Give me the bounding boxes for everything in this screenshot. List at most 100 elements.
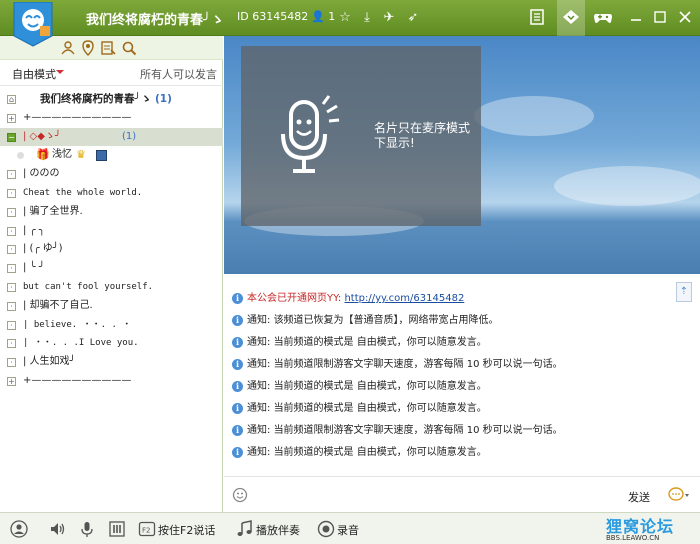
message-input-bar[interactable]: 发送	[224, 476, 700, 512]
expand-icon[interactable]: ·	[7, 358, 16, 368]
plane-icon[interactable]: ➶	[404, 8, 422, 26]
bottom-toolbar: F2 按住F2说话 播放伴奏 录音 狸窝论坛 BBS.LEAWO.CN	[0, 512, 700, 544]
channel-banner: 名片只在麦序模式 下显示!	[224, 36, 700, 274]
crown-icon: ♛	[76, 148, 86, 162]
user-settings-icon[interactable]	[10, 520, 28, 538]
push-to-talk-button[interactable]: 按住F2说话	[158, 522, 215, 538]
microphone-icon	[281, 95, 340, 173]
channel-id: ID 63145482	[237, 10, 309, 23]
channel-name: 我们终将腐朽的青春╯ゝ	[40, 93, 152, 105]
guild-web-link[interactable]: http://yy.com/63145482	[344, 293, 464, 304]
speaker-icon[interactable]	[48, 520, 66, 538]
expand-icon[interactable]: +	[7, 113, 16, 123]
tree-row[interactable]: · | 人生如戏╯	[0, 353, 223, 372]
tree-row[interactable]: · Cheat the whole world.	[0, 184, 223, 203]
user-row[interactable]: 🎁 浅忆 ♛	[0, 146, 223, 165]
chat-message: i 本公会已开通网页YY: http://yy.com/63145482	[232, 289, 464, 307]
tree-row-selected[interactable]: − | ◇◆ゝ╯ (1)	[0, 127, 223, 147]
tree-row-label: | ╭ ╮	[23, 224, 45, 236]
user-count-value: 1	[328, 10, 336, 23]
tree-row[interactable]: + +——————————	[0, 109, 223, 128]
chat-options-icon[interactable]	[668, 486, 690, 504]
message-prefix: 通知:	[247, 447, 271, 458]
tree-row-label: but can't fool yourself.	[23, 281, 154, 292]
members-icon[interactable]	[60, 40, 76, 56]
maximize-icon[interactable]	[650, 8, 670, 26]
microphone-small-icon[interactable]	[78, 520, 96, 538]
expand-icon[interactable]: ·	[7, 320, 16, 330]
tree-row-label: | 却骗不了自己.	[23, 299, 93, 311]
tree-row[interactable]: · but can't fool yourself.	[0, 278, 223, 297]
collapse-icon[interactable]: −	[7, 132, 16, 142]
channel-home-icon: ⌂	[7, 95, 16, 104]
info-icon: i	[232, 424, 243, 436]
tree-row-label: Cheat the whole world.	[23, 187, 143, 198]
tree-row[interactable]: · | ╭ ╮	[0, 222, 223, 241]
play-accompaniment-button[interactable]: 播放伴奏	[256, 522, 300, 538]
tree-row[interactable]: · | ・・. . .I Love you.	[0, 334, 223, 353]
download-icon[interactable]: ⤓	[358, 8, 376, 26]
tree-row[interactable]: · | ののの	[0, 165, 223, 184]
business-card-placeholder: 名片只在麦序模式 下显示!	[241, 46, 481, 226]
expand-icon[interactable]: ·	[7, 301, 16, 311]
star-icon[interactable]: ☆	[336, 8, 354, 26]
location-icon[interactable]	[80, 40, 96, 56]
f2-key-icon[interactable]: F2	[138, 520, 156, 538]
svg-text:F2: F2	[142, 527, 150, 535]
chat-log: i 本公会已开通网页YY: http://yy.com/63145482 i 通知:…	[224, 274, 700, 476]
tree-row[interactable]: · | believe. ・・. . ・	[0, 316, 223, 335]
message-prefix: 通知:	[247, 315, 271, 326]
expand-icon[interactable]: ·	[7, 264, 16, 274]
channel-home-icon[interactable]	[561, 8, 581, 26]
expand-icon[interactable]: ·	[7, 188, 16, 198]
cloud	[554, 166, 700, 206]
music-note-icon[interactable]	[236, 520, 254, 538]
close-icon[interactable]	[675, 8, 695, 26]
search-icon[interactable]	[121, 40, 137, 56]
expand-icon[interactable]: ·	[7, 282, 16, 292]
expand-icon[interactable]: +	[7, 376, 16, 386]
expand-icon[interactable]: ·	[7, 339, 16, 349]
info-icon: i	[232, 314, 243, 326]
emoji-icon[interactable]	[232, 487, 248, 503]
mode-dropdown-arrow-icon[interactable]	[56, 70, 64, 74]
person-icon: 👤	[311, 10, 325, 23]
tree-row-label: | ・・. . .I Love you.	[23, 338, 139, 349]
chat-message: i 通知: 当前频道的模式是 自由模式，你可以随意发言。	[232, 443, 487, 461]
chat-message: i 通知: 当前频道的模式是 自由模式，你可以随意发言。	[232, 399, 487, 417]
expand-icon[interactable]: ·	[7, 207, 16, 217]
user-count: 👤 1	[311, 10, 335, 23]
tree-row-label: | ののの	[23, 168, 60, 180]
message-prefix: 通知:	[247, 403, 271, 414]
game-controller-icon[interactable]	[593, 8, 613, 26]
minimize-icon[interactable]	[626, 8, 646, 26]
mixer-icon[interactable]	[108, 520, 126, 538]
tree-row-label: | ╰ ╯	[23, 262, 45, 274]
tree-row[interactable]: · | ╰ ╯	[0, 259, 223, 278]
record-icon[interactable]	[317, 520, 335, 538]
tree-row[interactable]: · | 骗了全世界.	[0, 203, 223, 222]
expand-icon[interactable]: ·	[7, 170, 16, 180]
tree-row[interactable]: · | 却骗不了自己.	[0, 297, 223, 316]
channel-title: 我们终将腐朽的青春╯ゝ	[86, 13, 224, 28]
speaking-permission: 所有人可以发言	[140, 68, 217, 81]
tree-row[interactable]: · | (╭ ゆ╯)	[0, 240, 223, 259]
share-icon[interactable]: ✈	[380, 8, 398, 26]
tree-row-channel[interactable]: ⌂ 我们终将腐朽的青春╯ゝ (1)	[0, 90, 223, 109]
scroll-to-top-icon[interactable]: ⇡	[676, 282, 692, 302]
mode-dropdown[interactable]: 自由模式	[12, 66, 56, 82]
tree-row[interactable]: + +——————————	[0, 372, 223, 391]
info-icon: i	[232, 336, 243, 348]
message-text: 当前频道的模式是 自由模式，你可以随意发言。	[273, 447, 487, 458]
message-prefix: 通知:	[247, 425, 271, 436]
list-icon[interactable]	[527, 8, 547, 26]
expand-icon[interactable]: ·	[7, 245, 16, 255]
notes-icon[interactable]	[100, 40, 116, 56]
site-watermark: 狸窝论坛 BBS.LEAWO.CN	[604, 513, 700, 544]
send-button[interactable]: 发送	[628, 489, 650, 505]
expand-icon[interactable]: ·	[7, 226, 16, 236]
record-button[interactable]: 录音	[337, 522, 359, 538]
gift-icon: 🎁	[36, 148, 50, 162]
info-icon: i	[232, 292, 243, 304]
tree-row-label: | believe. ・・. . ・	[23, 319, 132, 330]
